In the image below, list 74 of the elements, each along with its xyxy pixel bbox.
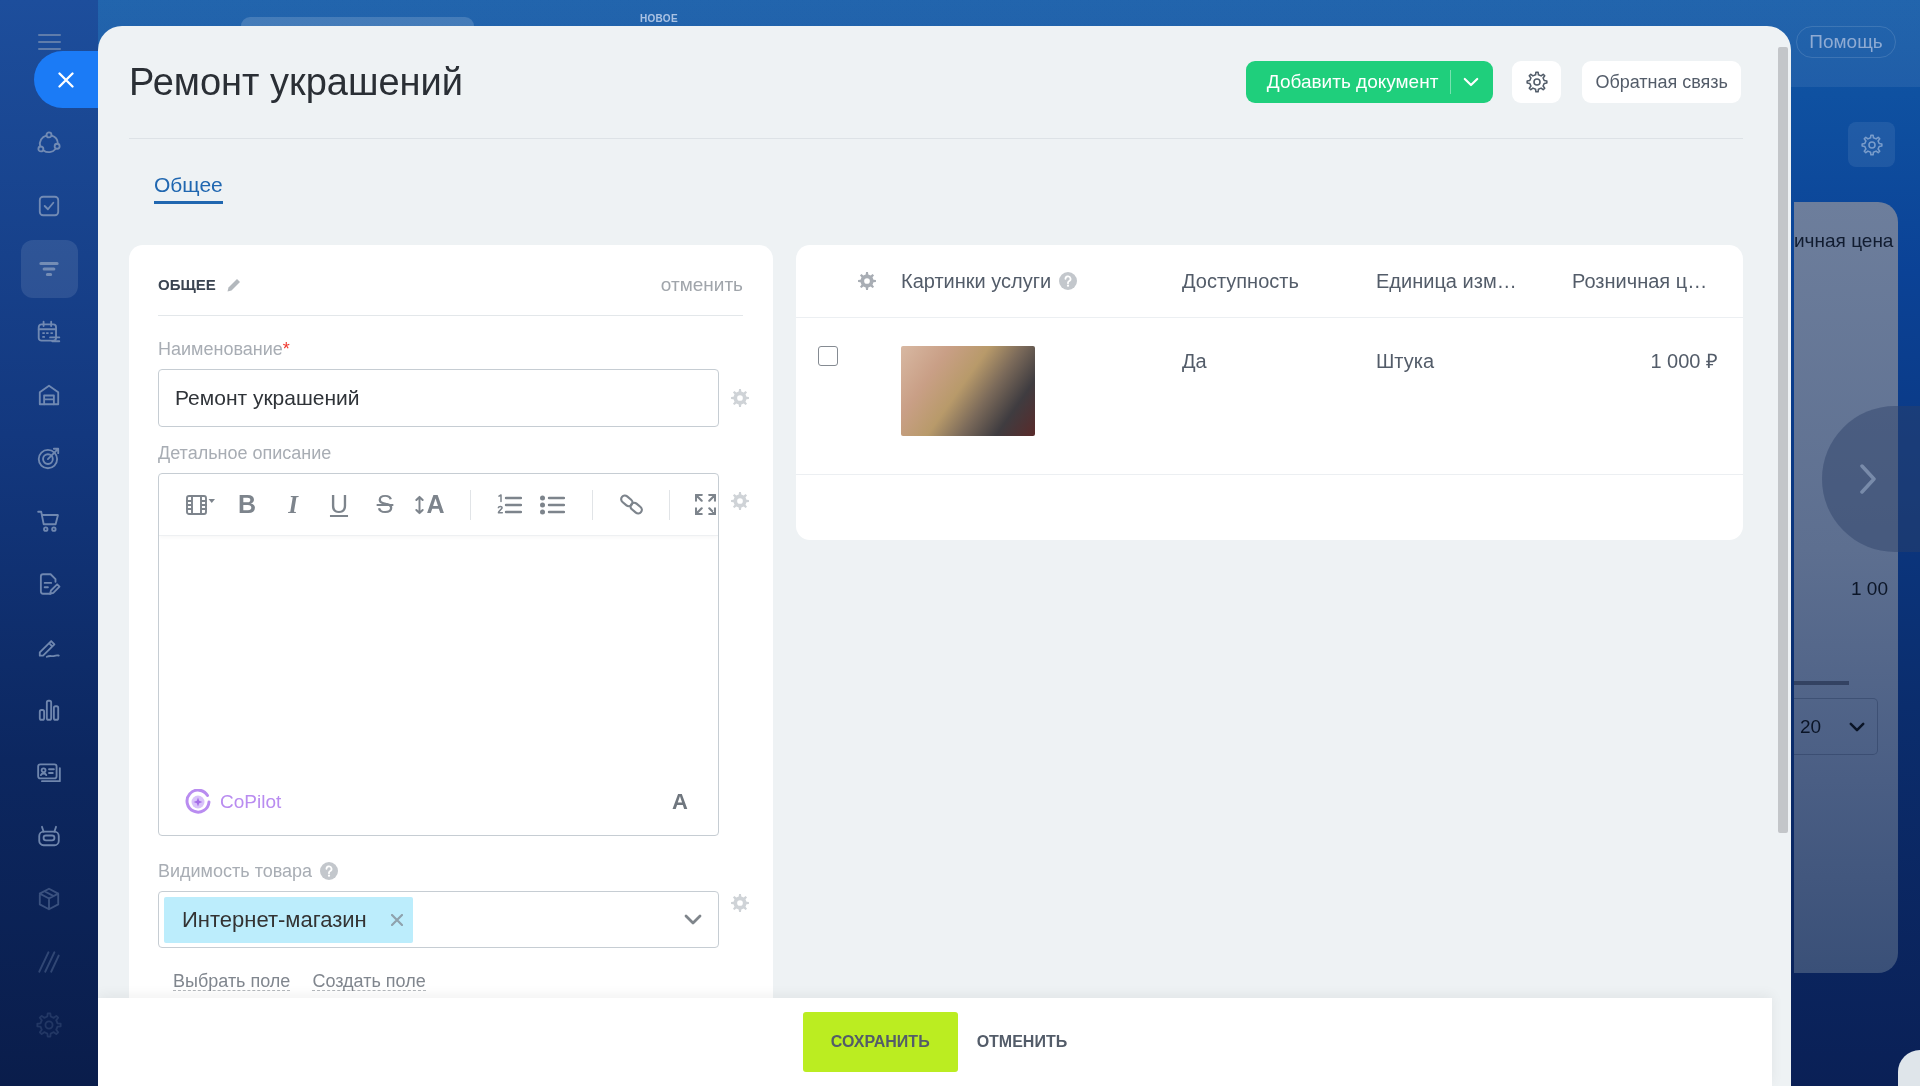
field-link[interactable]: Создать поле — [312, 972, 426, 991]
menu-icon[interactable] — [37, 34, 61, 50]
copilot-button[interactable]: CoPilot — [185, 789, 282, 815]
box-icon — [36, 886, 62, 912]
search-field[interactable] — [241, 17, 474, 26]
sparkle-ring-icon — [185, 789, 211, 815]
cancel-button[interactable]: ОТМЕНИТЬ — [976, 1033, 1068, 1051]
help-icon[interactable] — [320, 862, 339, 880]
name-input[interactable]: Ремонт украшений — [158, 369, 719, 427]
column-header[interactable]: Розничная ц… — [1572, 269, 1708, 293]
gear-icon[interactable] — [858, 272, 876, 290]
garage-icon — [36, 382, 62, 408]
pencil-icon[interactable] — [225, 277, 242, 293]
tab[interactable]: Общее — [154, 173, 223, 204]
gear-icon — [36, 1012, 62, 1038]
feedback-button[interactable]: Обратная связь — [1582, 61, 1741, 103]
link-icon[interactable] — [618, 492, 644, 517]
settings-button[interactable] — [1848, 122, 1895, 167]
italic-button[interactable]: I — [288, 491, 298, 518]
visibility-select[interactable]: Интернет-магазин — [158, 891, 719, 948]
strikethrough-button[interactable]: S — [376, 491, 394, 518]
up-down-arrow-icon — [415, 494, 425, 515]
field-label: Детальное описание — [158, 443, 332, 463]
tag-label: Интернет-магазин — [182, 906, 367, 933]
column-header[interactable]: Единица изм… — [1376, 269, 1517, 293]
table-cell: Да — [1182, 349, 1207, 373]
font-size-button[interactable]: A — [415, 491, 445, 518]
scrollbar-thumb[interactable] — [1794, 681, 1849, 685]
numbered-list-icon[interactable] — [496, 493, 522, 516]
fullscreen-icon[interactable] — [694, 494, 716, 515]
slashes-icon — [36, 949, 62, 975]
bullet-list-icon[interactable] — [539, 493, 565, 516]
modal-title: Ремонт украшений — [129, 61, 464, 103]
bold-button[interactable]: B — [237, 491, 257, 518]
column-header[interactable]: Доступность — [1182, 269, 1299, 293]
close-icon — [58, 71, 74, 88]
chevron-down-icon — [684, 914, 702, 925]
column-header: ичная цена — [1794, 230, 1894, 252]
save-button[interactable]: СОХРАНИТЬ — [802, 1012, 958, 1072]
settings-button[interactable] — [1512, 61, 1562, 103]
close-icon[interactable] — [390, 913, 403, 926]
calendar-icon — [36, 319, 62, 345]
cancel-link[interactable]: отменить — [660, 275, 743, 295]
underline-button[interactable]: U — [329, 491, 349, 518]
sidebar-button[interactable] — [20, 240, 78, 298]
page-size-select[interactable]: 20 — [1794, 698, 1878, 755]
nodes-icon — [36, 130, 62, 156]
new-label: НОВОЕ — [640, 13, 678, 25]
gear-icon — [1525, 71, 1548, 93]
gear-icon — [1860, 133, 1883, 156]
scrollbar-thumb[interactable] — [1778, 47, 1788, 833]
checked-square-icon — [36, 193, 62, 219]
robot-icon — [36, 823, 62, 849]
chevron-right-icon — [1860, 464, 1876, 494]
field-label: Видимость товара — [158, 861, 313, 881]
caret-icon — [1463, 77, 1480, 87]
target-icon — [36, 445, 62, 471]
cart-icon — [36, 508, 62, 534]
chevron-down-icon — [1849, 721, 1866, 732]
round-button[interactable] — [1898, 1050, 1920, 1086]
column-header[interactable]: Картинки услуги — [901, 269, 1052, 293]
table-cell: 1 000 ₽ — [1650, 349, 1718, 373]
field-link[interactable]: Выбрать поле — [173, 972, 291, 991]
table-cell: Штука — [1376, 349, 1435, 373]
film-icon[interactable] — [186, 493, 216, 516]
table-cell: 1 00 — [1851, 578, 1888, 600]
close-button[interactable] — [34, 51, 98, 108]
text-color-button[interactable]: A — [672, 790, 688, 814]
description-editor[interactable]: B I U S A CoPilot A — [158, 473, 719, 836]
section-title: ОБЩЕЕ — [158, 275, 216, 295]
bar-chart-icon — [36, 697, 62, 723]
help-icon[interactable] — [1059, 272, 1078, 290]
checkbox[interactable] — [818, 346, 838, 366]
field-label: Наименование* — [158, 339, 290, 359]
